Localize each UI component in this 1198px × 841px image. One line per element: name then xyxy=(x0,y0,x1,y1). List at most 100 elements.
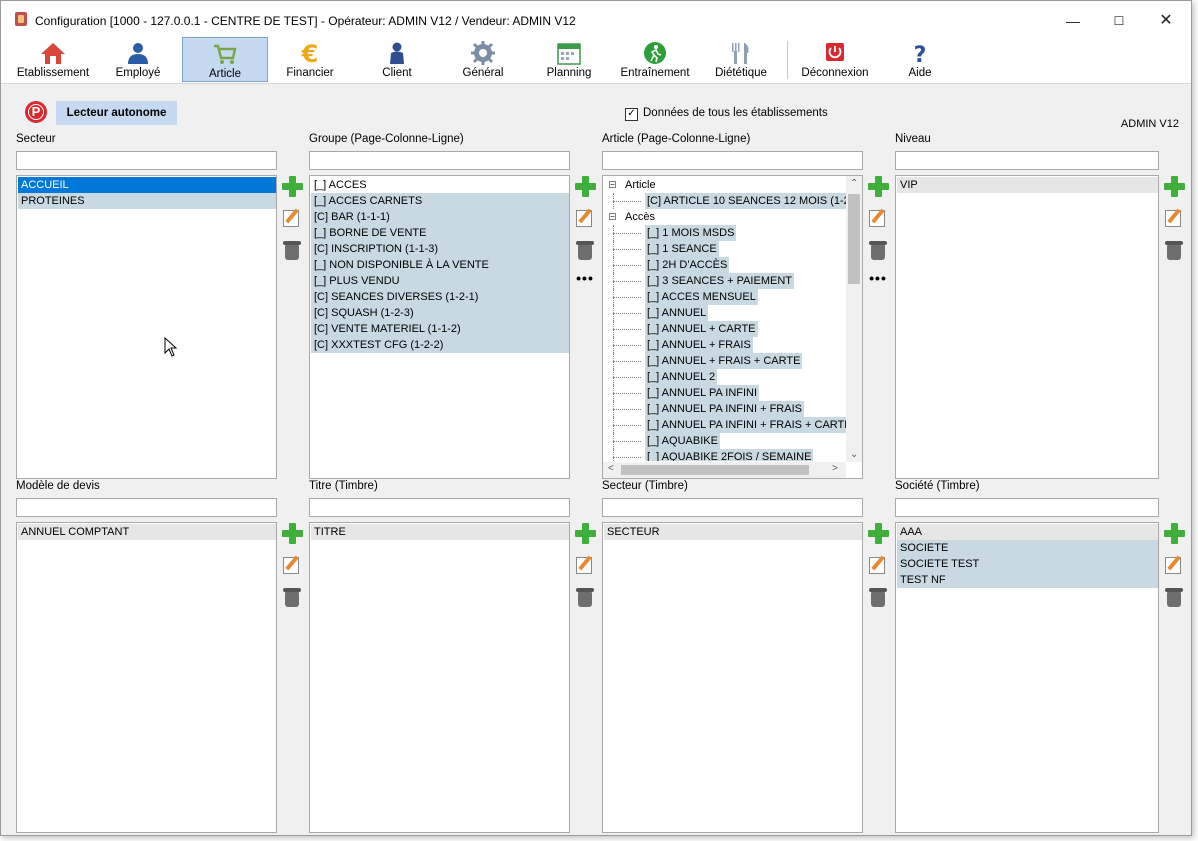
article-hscroll-thumb[interactable] xyxy=(621,465,809,475)
niveau-list-item[interactable]: VIP xyxy=(897,177,1158,193)
article-tree-item[interactable]: [_] ANNUEL 2 xyxy=(603,369,846,385)
edit-groupe-button[interactable] xyxy=(574,207,596,229)
secteur-list-item[interactable]: ACCUEIL xyxy=(18,177,276,193)
groupe-list-item[interactable]: [C] INSCRIPTION (1-1-3) xyxy=(311,241,569,257)
delete-niveau-button[interactable] xyxy=(1163,239,1185,261)
secteur-filter-input[interactable] xyxy=(16,151,277,170)
add-secteur-timbre-button[interactable] xyxy=(867,522,889,544)
tree-collapse-icon[interactable]: − xyxy=(609,213,616,221)
all-establishments-checkbox[interactable]: ✓ xyxy=(625,108,638,121)
societe-timbre-list-item[interactable]: AAA xyxy=(897,524,1158,540)
toolbar-dietetique-button[interactable]: Diététique xyxy=(703,37,779,82)
article-tree-item[interactable]: [_] ANNUEL xyxy=(603,305,846,321)
edit-societe-timbre-button[interactable] xyxy=(1163,554,1185,576)
societe-timbre-list-item[interactable]: SOCIETE TEST xyxy=(897,556,1158,572)
minimize-button[interactable]: — xyxy=(1051,7,1095,35)
article-tree-item[interactable]: [C] ARTICLE 10 SEANCES 12 MOIS (1-2-1 xyxy=(603,193,846,209)
maximize-button[interactable]: ☐ xyxy=(1097,7,1141,35)
scroll-right-icon[interactable]: > xyxy=(832,463,838,474)
toolbar-employe-button[interactable]: Employé xyxy=(101,37,175,82)
edit-titre-timbre-button[interactable] xyxy=(574,554,596,576)
article-tree[interactable]: − Article [C] ARTICLE 10 SEANCES 12 MOIS (… xyxy=(602,175,863,479)
groupe-list-item[interactable]: [C] VENTE MATERIEL (1-1-2) xyxy=(311,321,569,337)
secteur-timbre-list[interactable]: SECTEUR xyxy=(602,522,863,833)
delete-titre-timbre-button[interactable] xyxy=(574,586,596,608)
toolbar-entrainement-button[interactable]: Entraînement xyxy=(615,37,695,82)
toolbar-financier-button[interactable]: € Financier xyxy=(271,37,349,82)
article-tree-item[interactable]: [_] 2H D'ACCÈS xyxy=(603,257,846,273)
delete-secteur-button[interactable] xyxy=(281,239,303,261)
groupe-more-button[interactable]: ••• xyxy=(574,271,596,293)
groupe-list-item[interactable]: [C] SQUASH (1-2-3) xyxy=(311,305,569,321)
groupe-list-item[interactable]: [C] XXXTEST CFG (1-2-2) xyxy=(311,337,569,353)
article-tree-item[interactable]: [_] ANNUEL PA INFINI + FRAIS + CARTE xyxy=(603,417,846,433)
groupe-list-item[interactable]: [C] SEANCES DIVERSES (1-2-1) xyxy=(311,289,569,305)
groupe-list-item[interactable]: [_] BORNE DE VENTE xyxy=(311,225,569,241)
tree-collapse-icon[interactable]: − xyxy=(609,181,616,189)
article-vertical-scrollbar[interactable]: ⌃ ⌄ xyxy=(846,176,862,462)
groupe-list-item[interactable]: [C] BAR (1-1-1) xyxy=(311,209,569,225)
niveau-list[interactable]: VIP xyxy=(895,175,1159,479)
add-groupe-button[interactable] xyxy=(574,175,596,197)
article-tree-item[interactable]: [_] ANNUEL + FRAIS xyxy=(603,337,846,353)
groupe-list[interactable]: [_] ACCES [_] ACCES CARNETS [C] BAR (1-1-1… xyxy=(309,175,570,479)
close-button[interactable]: ✕ xyxy=(1144,7,1188,35)
titre-timbre-filter-input[interactable] xyxy=(309,498,570,517)
add-secteur-button[interactable] xyxy=(281,175,303,197)
delete-secteur-timbre-button[interactable] xyxy=(867,586,889,608)
toolbar-planning-button[interactable]: Planning xyxy=(533,37,605,82)
article-tree-item[interactable]: [_] ANNUEL PA INFINI + FRAIS xyxy=(603,401,846,417)
scroll-down-icon[interactable]: ⌄ xyxy=(850,449,858,460)
lecteur-autonome-button[interactable]: Lecteur autonome xyxy=(56,101,177,125)
groupe-list-item[interactable]: [_] ACCES CARNETS xyxy=(311,193,569,209)
societe-timbre-filter-input[interactable] xyxy=(895,498,1159,517)
article-tree-item[interactable]: [_] ANNUEL PA INFINI xyxy=(603,385,846,401)
add-article-button[interactable] xyxy=(867,175,889,197)
toolbar-general-button[interactable]: Général xyxy=(447,37,519,82)
article-horizontal-scrollbar[interactable]: < > xyxy=(603,462,846,478)
acces-tree-root[interactable]: − Accès xyxy=(603,209,846,225)
groupe-list-item[interactable]: [_] NON DISPONIBLE À LA VENTE xyxy=(311,257,569,273)
article-tree-item[interactable]: [_] 3 SEANCES + PAIEMENT xyxy=(603,273,846,289)
delete-societe-timbre-button[interactable] xyxy=(1163,586,1185,608)
edit-modele-devis-button[interactable] xyxy=(281,554,303,576)
niveau-filter-input[interactable] xyxy=(895,151,1159,170)
edit-niveau-button[interactable] xyxy=(1163,207,1185,229)
article-tree-item[interactable]: [_] AQUABIKE 2FOIS / SEMAINE xyxy=(603,449,846,461)
article-tree-item[interactable]: [_] ACCES MENSUEL xyxy=(603,289,846,305)
article-tree-item[interactable]: [_] 1 MOIS MSDS xyxy=(603,225,846,241)
scroll-up-icon[interactable]: ⌃ xyxy=(850,178,858,189)
article-scroll-thumb[interactable] xyxy=(848,194,860,284)
delete-modele-devis-button[interactable] xyxy=(281,586,303,608)
toolbar-aide-button[interactable]: ? Aide xyxy=(885,37,955,82)
toolbar-article-button[interactable]: Article xyxy=(182,37,268,82)
add-niveau-button[interactable] xyxy=(1163,175,1185,197)
secteur-timbre-list-item[interactable]: SECTEUR xyxy=(604,524,862,540)
groupe-filter-input[interactable] xyxy=(309,151,570,170)
societe-timbre-list-item[interactable]: SOCIETE xyxy=(897,540,1158,556)
edit-secteur-timbre-button[interactable] xyxy=(867,554,889,576)
titre-timbre-list-item[interactable]: TITRE xyxy=(311,524,569,540)
article-tree-item[interactable]: [_] ANNUEL + CARTE xyxy=(603,321,846,337)
secteur-list[interactable]: ACCUEIL PROTEINES xyxy=(16,175,277,479)
secteur-timbre-filter-input[interactable] xyxy=(602,498,863,517)
toolbar-client-button[interactable]: Client xyxy=(361,37,433,82)
edit-article-button[interactable] xyxy=(867,207,889,229)
toolbar-etablissement-button[interactable]: Etablissement xyxy=(9,37,97,82)
groupe-list-item[interactable]: [_] PLUS VENDU xyxy=(311,273,569,289)
article-more-button[interactable]: ••• xyxy=(867,271,889,293)
add-societe-timbre-button[interactable] xyxy=(1163,522,1185,544)
modele-devis-list[interactable]: ANNUEL COMPTANT xyxy=(16,522,277,833)
scroll-left-icon[interactable]: < xyxy=(608,463,614,474)
delete-article-button[interactable] xyxy=(867,239,889,261)
article-tree-item[interactable]: [_] ANNUEL + FRAIS + CARTE xyxy=(603,353,846,369)
toolbar-deconnexion-button[interactable]: Déconnexion xyxy=(795,37,875,82)
secteur-list-item[interactable]: PROTEINES xyxy=(18,193,276,209)
delete-groupe-button[interactable] xyxy=(574,239,596,261)
societe-timbre-list-item[interactable]: TEST NF xyxy=(897,572,1158,588)
article-tree-item[interactable]: [_] AQUABIKE xyxy=(603,433,846,449)
modele-devis-filter-input[interactable] xyxy=(16,498,277,517)
societe-timbre-list[interactable]: AAA SOCIETE SOCIETE TEST TEST NF xyxy=(895,522,1159,833)
edit-secteur-button[interactable] xyxy=(281,207,303,229)
titre-timbre-list[interactable]: TITRE xyxy=(309,522,570,833)
